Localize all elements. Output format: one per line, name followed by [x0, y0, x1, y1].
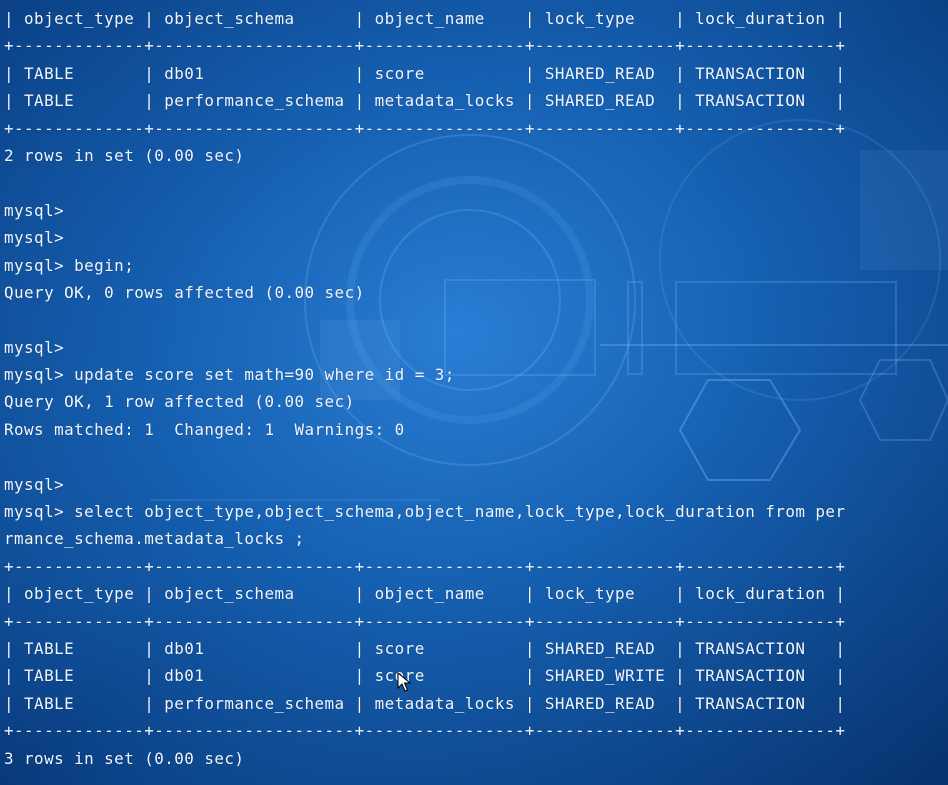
terminal-line: mysql> begin;	[4, 255, 135, 275]
terminal-line: +-------------+--------------------+----…	[4, 556, 846, 576]
terminal-line: +-------------+--------------------+----…	[4, 118, 846, 138]
terminal-line: mysql>	[4, 337, 65, 357]
terminal-line: mysql> select object_type,object_schema,…	[4, 502, 846, 522]
terminal-line: +-------------+--------------------+----…	[4, 721, 846, 741]
terminal-output[interactable]: | object_type | object_schema | object_n…	[4, 5, 948, 785]
terminal-line: | TABLE | db01 | score | SHARED_READ | T…	[4, 63, 846, 83]
terminal-line: 3 rows in set (0.00 sec)	[4, 748, 245, 768]
terminal-line: mysql>	[4, 228, 65, 248]
terminal-line: Query OK, 0 rows affected (0.00 sec)	[4, 282, 365, 302]
terminal-line: 2 rows in set (0.00 sec)	[4, 145, 245, 165]
terminal-line: Rows matched: 1 Changed: 1 Warnings: 0	[4, 419, 405, 439]
terminal-line: | object_type | object_schema | object_n…	[4, 9, 846, 28]
terminal-line: +-------------+--------------------+----…	[4, 36, 846, 56]
terminal-line: Query OK, 1 row affected (0.00 sec)	[4, 392, 355, 412]
terminal-line: | object_type | object_schema | object_n…	[4, 584, 846, 604]
mouse-pointer-icon	[397, 672, 411, 692]
terminal-line: | TABLE | performance_schema | metadata_…	[4, 693, 846, 713]
terminal-line: mysql> update score set math=90 where id…	[4, 365, 455, 385]
terminal-line: +-------------+--------------------+----…	[4, 611, 846, 631]
terminal-line: rmance_schema.metadata_locks ;	[4, 529, 305, 549]
terminal-line: mysql>	[4, 200, 65, 220]
terminal-line: | TABLE | db01 | score | SHARED_READ | T…	[4, 638, 846, 658]
terminal-line: | TABLE | db01 | score | SHARED_WRITE | …	[4, 666, 846, 686]
terminal-line: mysql>	[4, 474, 65, 494]
terminal-line: | TABLE | performance_schema | metadata_…	[4, 91, 846, 111]
